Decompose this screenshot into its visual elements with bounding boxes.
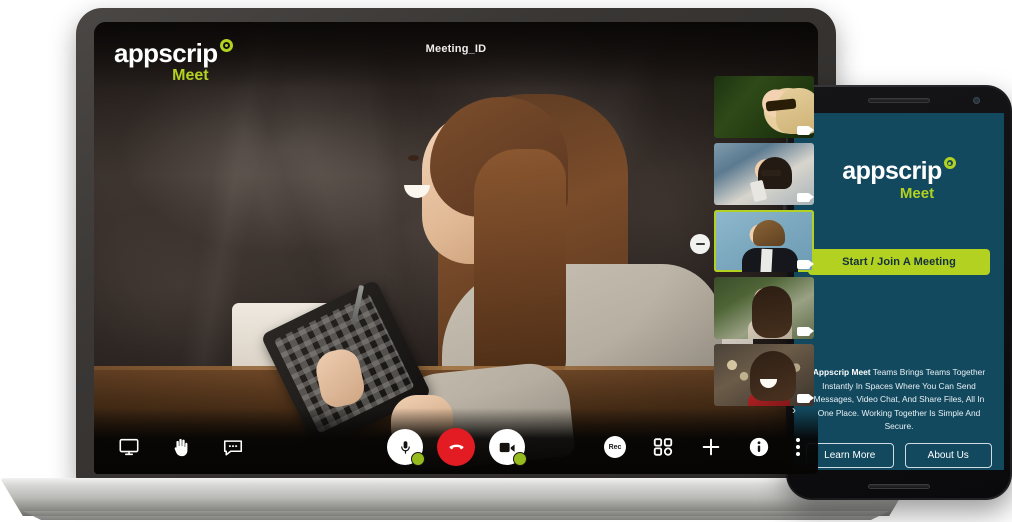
logo-subtext: Meet	[172, 67, 209, 84]
thumb4-hair	[752, 285, 792, 338]
laptop-base	[0, 478, 912, 516]
more-options-icon[interactable]	[796, 438, 800, 456]
toolbar-center-group	[387, 428, 527, 466]
meeting-id-label: Meeting_ID	[425, 43, 487, 55]
thumb3-shirt	[760, 248, 773, 272]
phone-logo-subtext: Meet	[899, 185, 935, 202]
video-call-app: appscrip Meet Meeting_ID › Rec	[94, 22, 818, 474]
learn-more-button[interactable]: Learn More	[806, 443, 894, 468]
raise-hand-icon[interactable]	[170, 436, 192, 458]
thumb2-glasses	[761, 170, 781, 177]
thumb3-hair	[753, 219, 785, 246]
logo-target-icon	[219, 39, 233, 52]
logo-wordmark: appscrip	[114, 38, 233, 68]
microphone-button[interactable]	[387, 429, 425, 466]
speaker-eye	[408, 155, 419, 162]
camera-on-icon	[797, 327, 814, 336]
phone-secondary-buttons: Learn More About Us	[806, 443, 992, 468]
laptop-screen: appscrip Meet Meeting_ID › Rec	[94, 22, 818, 474]
participant-thumbnail[interactable]	[714, 277, 814, 339]
speaker-hair-side	[474, 148, 567, 399]
phone-bottom-speaker	[868, 484, 930, 489]
main-video-tile[interactable]	[94, 22, 818, 474]
phone-logo-wordmark: appscrip	[794, 157, 1004, 185]
phone-description-text: Appscrip Meet Teams Brings Teams Togethe…	[806, 366, 992, 434]
phone-body: appscrip Meet Start / Join A Meeting App…	[783, 85, 1012, 500]
logo-text: appscrip	[114, 38, 218, 68]
camera-on-icon	[797, 126, 814, 135]
camera-button[interactable]	[489, 429, 527, 466]
participant-thumbnail-active[interactable]	[714, 210, 814, 272]
phone-logo-text: appscrip	[842, 157, 942, 185]
toolbar-right-group: Rec	[604, 436, 800, 458]
laptop-foot	[22, 511, 890, 520]
toolbar-left-group	[118, 436, 244, 458]
record-button[interactable]: Rec	[604, 436, 626, 458]
participant-thumbnail[interactable]	[714, 76, 814, 138]
phone-front-camera	[973, 97, 980, 104]
app-logo: appscrip Meet	[114, 38, 233, 84]
phone-screen: appscrip Meet Start / Join A Meeting App…	[794, 113, 1004, 470]
chat-icon[interactable]	[222, 436, 244, 458]
laptop-lid: appscrip Meet Meeting_ID › Rec	[76, 8, 836, 486]
screenshot-stage: appscrip Meet Meeting_ID › Rec appscrip …	[0, 0, 1012, 522]
thumb5-hair	[750, 351, 796, 402]
laptop-device: appscrip Meet Meeting_ID › Rec	[0, 8, 912, 520]
phone-device: appscrip Meet Start / Join A Meeting App…	[783, 85, 1012, 500]
record-label: Rec	[608, 443, 622, 451]
camera-on-icon	[797, 394, 814, 403]
phone-app-logo: appscrip Meet	[794, 157, 1004, 202]
grid-layout-icon[interactable]	[652, 436, 674, 458]
expand-chevron-icon[interactable]: ›	[792, 404, 796, 416]
phone-earpiece	[868, 98, 930, 103]
screen-share-icon[interactable]	[118, 436, 140, 458]
start-join-meeting-button[interactable]: Start / Join A Meeting	[808, 249, 990, 275]
info-icon[interactable]	[748, 436, 770, 458]
end-call-button[interactable]	[437, 428, 475, 466]
about-us-button[interactable]: About Us	[904, 443, 992, 468]
camera-on-icon	[797, 193, 814, 202]
mic-on-badge	[411, 452, 425, 466]
phone-logo-target-icon	[943, 157, 956, 169]
call-header: appscrip Meet Meeting_ID	[94, 22, 818, 88]
call-toolbar: › Rec	[94, 404, 818, 474]
table-edge	[94, 366, 818, 371]
camera-on-icon	[797, 260, 814, 269]
participant-filmstrip	[714, 76, 814, 406]
camera-on-badge	[513, 452, 527, 466]
filmstrip-collapse-button[interactable]	[690, 234, 710, 254]
phone-description-bold: Appscrip Meet	[812, 367, 871, 377]
collapse-dash-icon	[695, 243, 705, 245]
participant-thumbnail[interactable]	[714, 344, 814, 406]
participant-thumbnail[interactable]	[714, 143, 814, 205]
add-participant-icon[interactable]	[700, 436, 722, 458]
